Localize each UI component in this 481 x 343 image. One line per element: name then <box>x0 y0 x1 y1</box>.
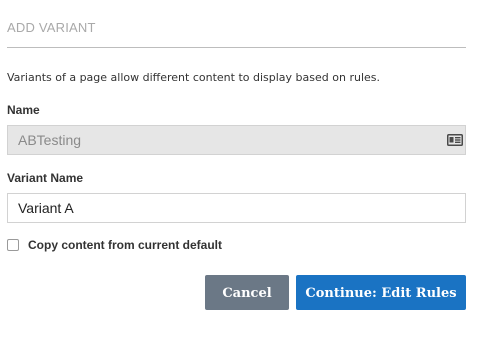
name-label: Name <box>7 103 40 117</box>
title-divider <box>7 47 466 48</box>
dialog-title: ADD VARIANT <box>7 20 96 35</box>
add-variant-dialog: ADD VARIANT Variants of a page allow dif… <box>0 0 481 343</box>
cancel-button[interactable]: Cancel <box>205 275 289 310</box>
contact-card-icon[interactable] <box>447 134 463 146</box>
variant-name-input[interactable] <box>7 193 466 223</box>
copy-content-checkbox[interactable] <box>7 239 19 251</box>
continue-edit-rules-button[interactable]: Continue: Edit Rules <box>296 275 466 310</box>
name-field <box>7 125 466 155</box>
copy-content-label[interactable]: Copy content from current default <box>28 238 222 252</box>
variant-name-label: Variant Name <box>7 171 84 185</box>
dialog-description: Variants of a page allow different conte… <box>7 71 380 84</box>
